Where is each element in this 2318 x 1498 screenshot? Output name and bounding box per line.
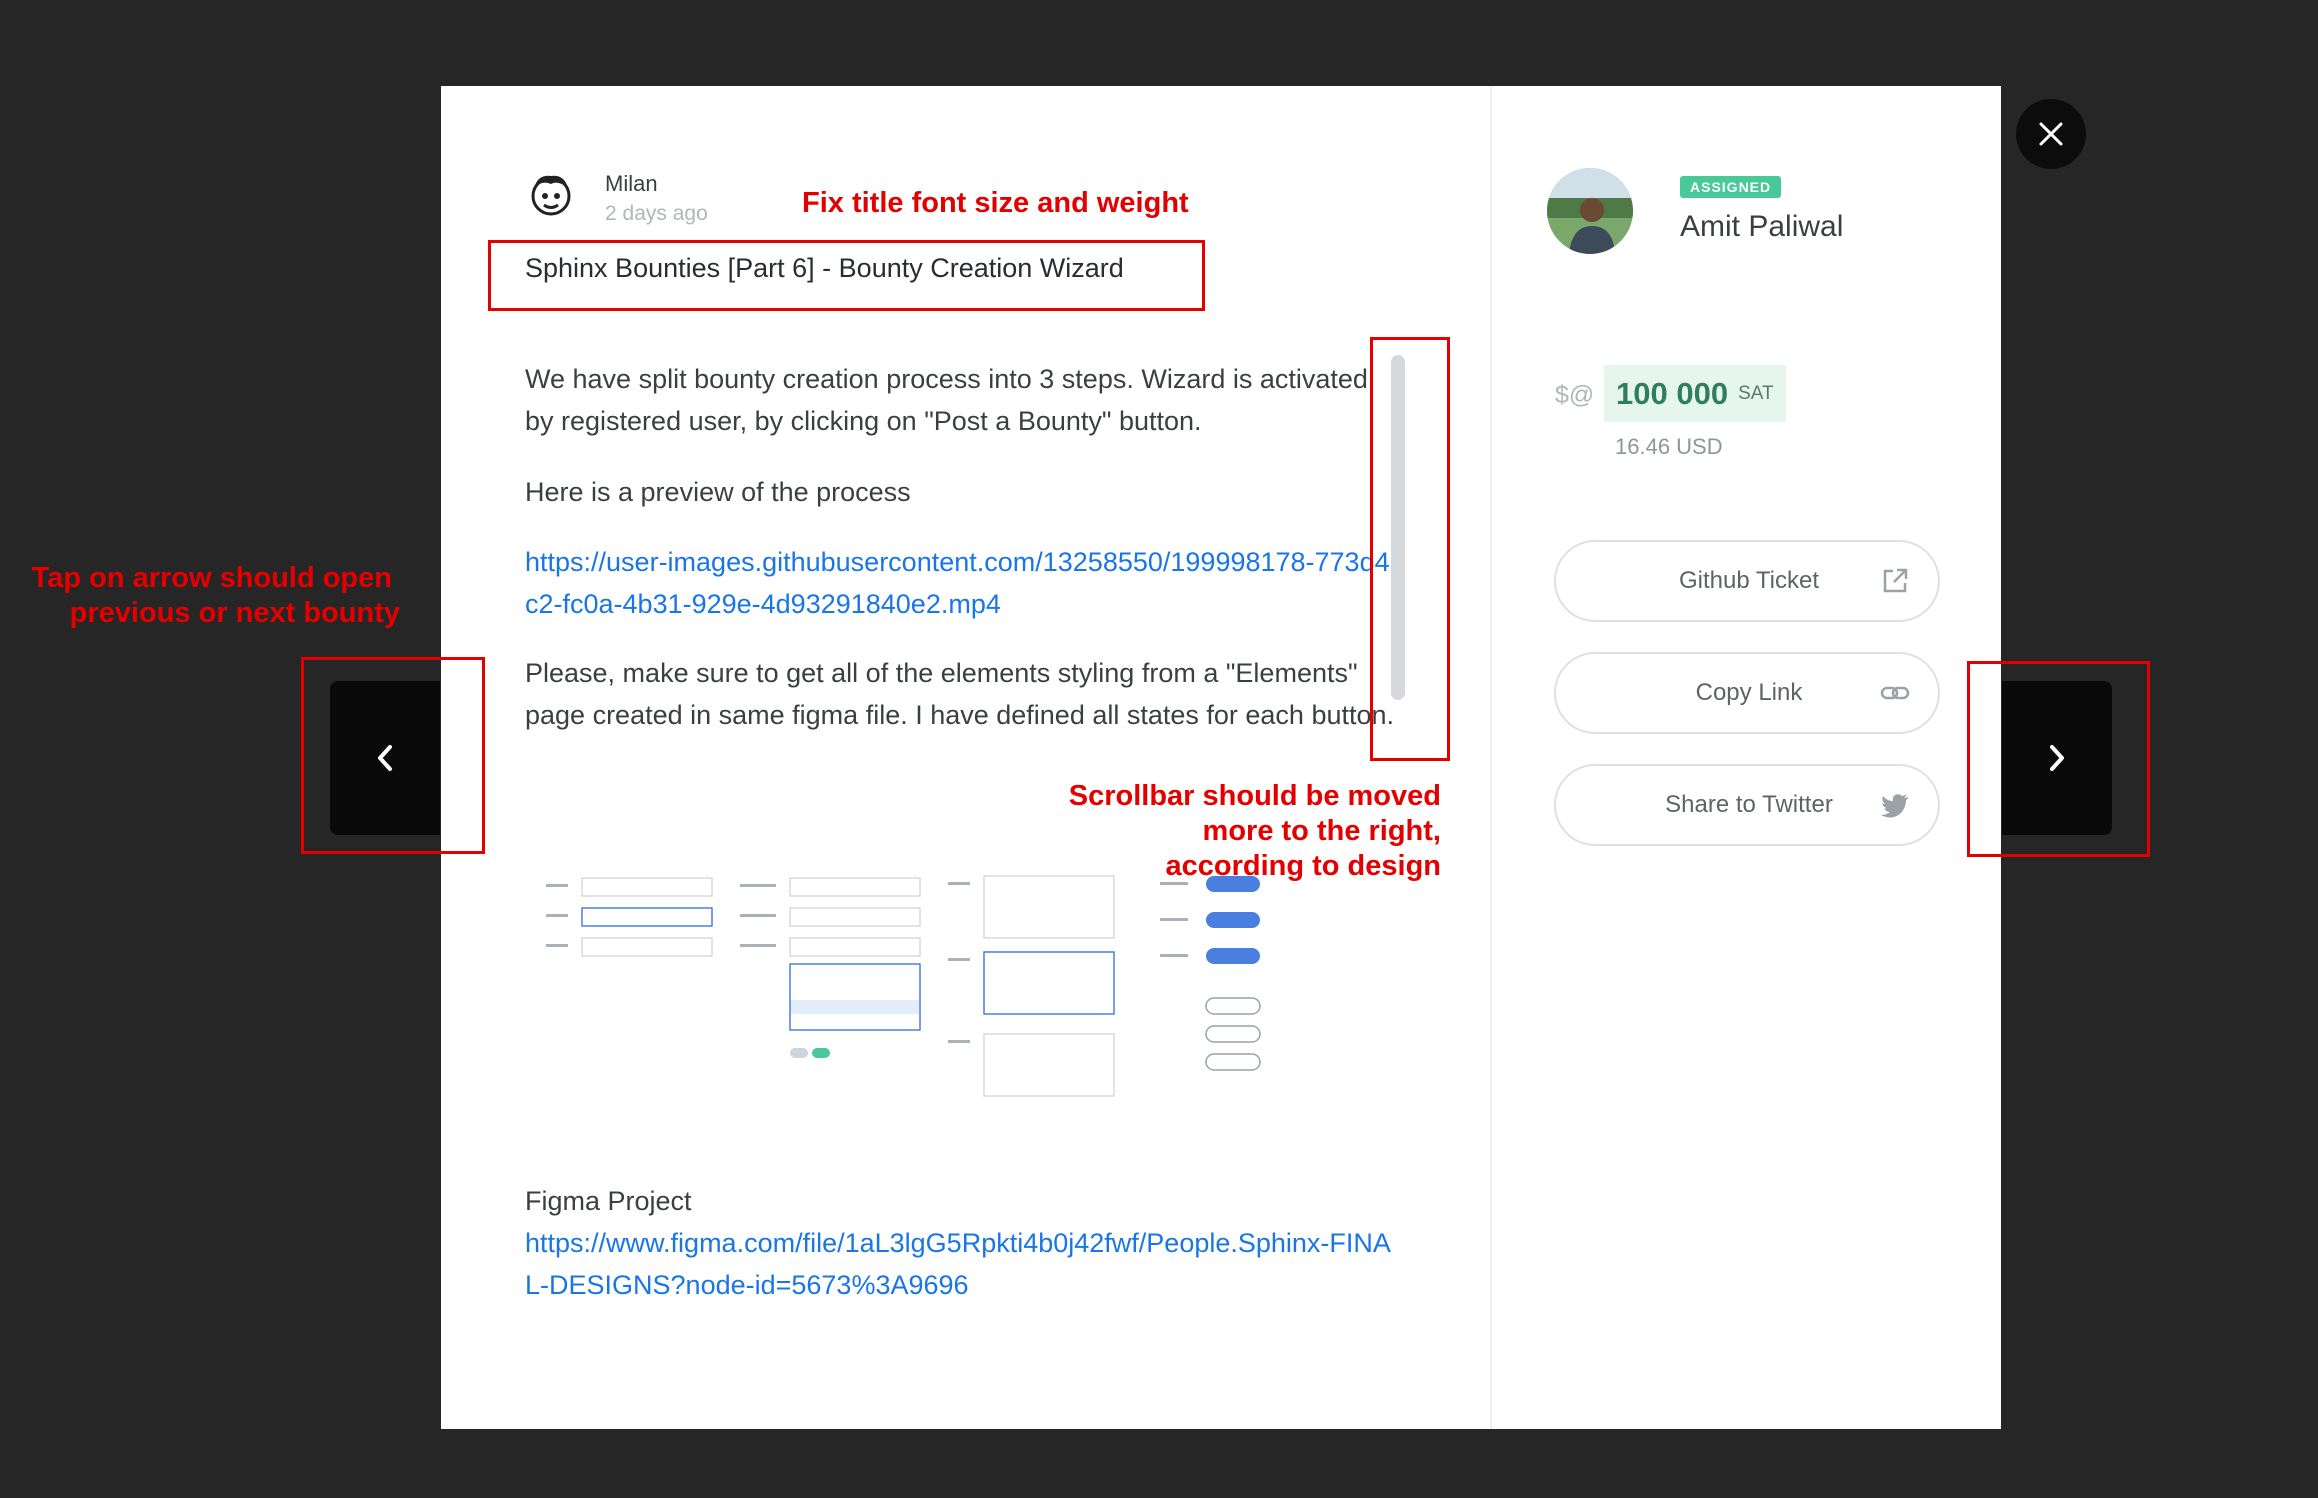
annotation-title-note: Fix title font size and weight — [802, 187, 1189, 219]
description-paragraph: Here is a preview of the process — [525, 477, 911, 507]
twitter-icon — [1881, 794, 1908, 818]
description-paragraph: We have split bounty creation process in… — [525, 364, 1368, 436]
annotation-line: more to the right, — [1202, 815, 1441, 847]
annotation-line: previous or next bounty — [69, 597, 400, 629]
external-link-icon — [1883, 568, 1908, 593]
annotation-box-prev-arrow — [301, 657, 485, 854]
close-icon — [2039, 122, 2063, 146]
annotation-box-scrollbar — [1370, 337, 1450, 761]
annotation-scroll-note: Scrollbar should be moved more to the ri… — [1000, 779, 1441, 884]
link-icon — [1880, 686, 1910, 700]
annotation-line: according to design — [1165, 850, 1441, 882]
author-name: Milan — [605, 171, 658, 196]
assigned-badge: ASSIGNED — [1680, 176, 1782, 198]
price-box: 100 000 SAT — [1604, 365, 1786, 422]
author-avatar — [528, 170, 574, 218]
copy-link-button[interactable]: Copy Link — [1554, 652, 1940, 734]
annotation-box-next-arrow — [1967, 661, 2150, 857]
panel-divider — [1490, 86, 1492, 1429]
annotation-arrow-note: Tap on arrow should open previous or nex… — [20, 561, 400, 631]
assignee-avatar — [1547, 168, 1633, 254]
price-amount: 100 000 — [1616, 375, 1729, 411]
elements-preview-image — [540, 862, 1270, 1102]
description-paragraph: Please, make sure to get all of the elem… — [525, 658, 1395, 730]
github-ticket-button[interactable]: Github Ticket — [1554, 540, 1940, 622]
price-usd: 16.46 USD — [1615, 434, 1723, 459]
assignee-name: Amit Paliwal — [1680, 210, 1844, 243]
annotation-box-title — [488, 240, 1205, 311]
currency-symbol: $@ — [1555, 381, 1595, 409]
figma-link[interactable]: https://www.figma.com/file/1aL3lgG5Rpkti… — [525, 1222, 1405, 1306]
annotation-line: Scrollbar should be moved — [1068, 780, 1441, 812]
annotation-line: Tap on arrow should open — [31, 562, 392, 594]
post-time: 2 days ago — [605, 202, 708, 225]
video-link[interactable]: https://user-images.githubusercontent.co… — [525, 541, 1405, 625]
close-button[interactable] — [2016, 99, 2086, 169]
figma-label: Figma Project — [525, 1186, 692, 1216]
share-twitter-button[interactable]: Share to Twitter — [1554, 764, 1940, 846]
price-unit: SAT — [1738, 382, 1774, 404]
